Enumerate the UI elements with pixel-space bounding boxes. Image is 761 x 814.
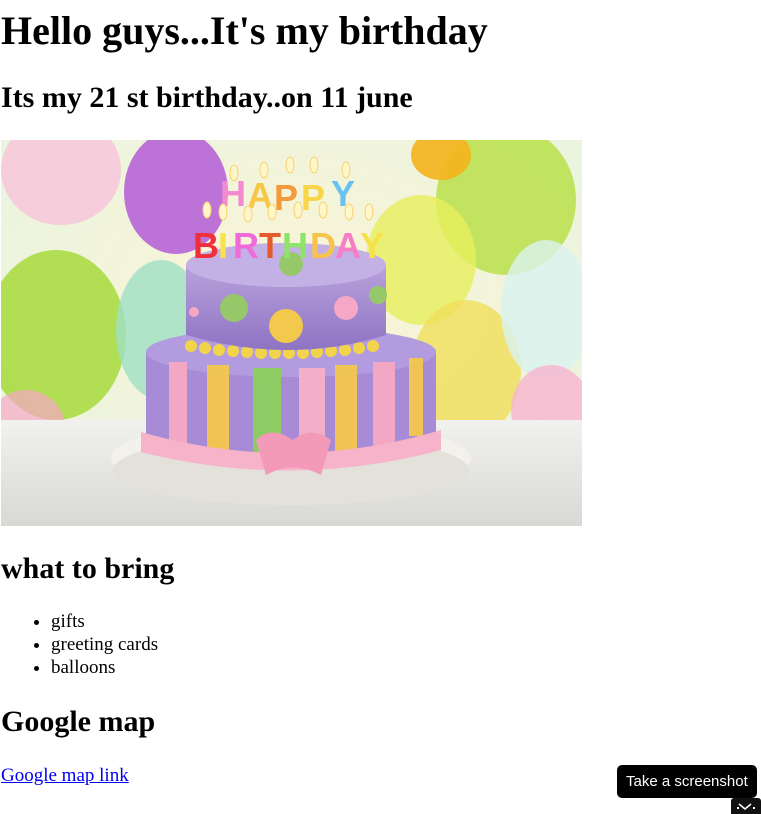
screenshot-button[interactable] — [731, 798, 761, 814]
list-item: greeting cards — [51, 633, 158, 656]
svg-text:T: T — [259, 225, 281, 266]
svg-text:D: D — [310, 225, 336, 266]
svg-text:I: I — [218, 225, 228, 266]
birthday-cake-image: H A P P Y B I R T H D A Y — [1, 140, 582, 526]
svg-text:R: R — [233, 225, 259, 266]
take-screenshot-tooltip: Take a screenshot — [617, 765, 757, 798]
page-subtitle: Its my 21 st birthday..on 11 june — [1, 81, 413, 114]
google-map-heading: Google map — [1, 705, 156, 738]
svg-text:B: B — [193, 225, 219, 266]
list-item: balloons — [51, 656, 158, 679]
list-item: gifts — [51, 610, 158, 633]
svg-text:Y: Y — [360, 225, 384, 266]
screenshot-icon — [737, 803, 755, 810]
svg-text:H: H — [282, 225, 308, 266]
google-map-link[interactable]: Google map link — [1, 764, 129, 787]
page-title: Hello guys...It's my birthday — [1, 8, 488, 53]
svg-text:A: A — [335, 225, 361, 266]
what-to-bring-list: gifts greeting cards balloons — [1, 610, 158, 679]
what-to-bring-heading: what to bring — [1, 552, 175, 585]
